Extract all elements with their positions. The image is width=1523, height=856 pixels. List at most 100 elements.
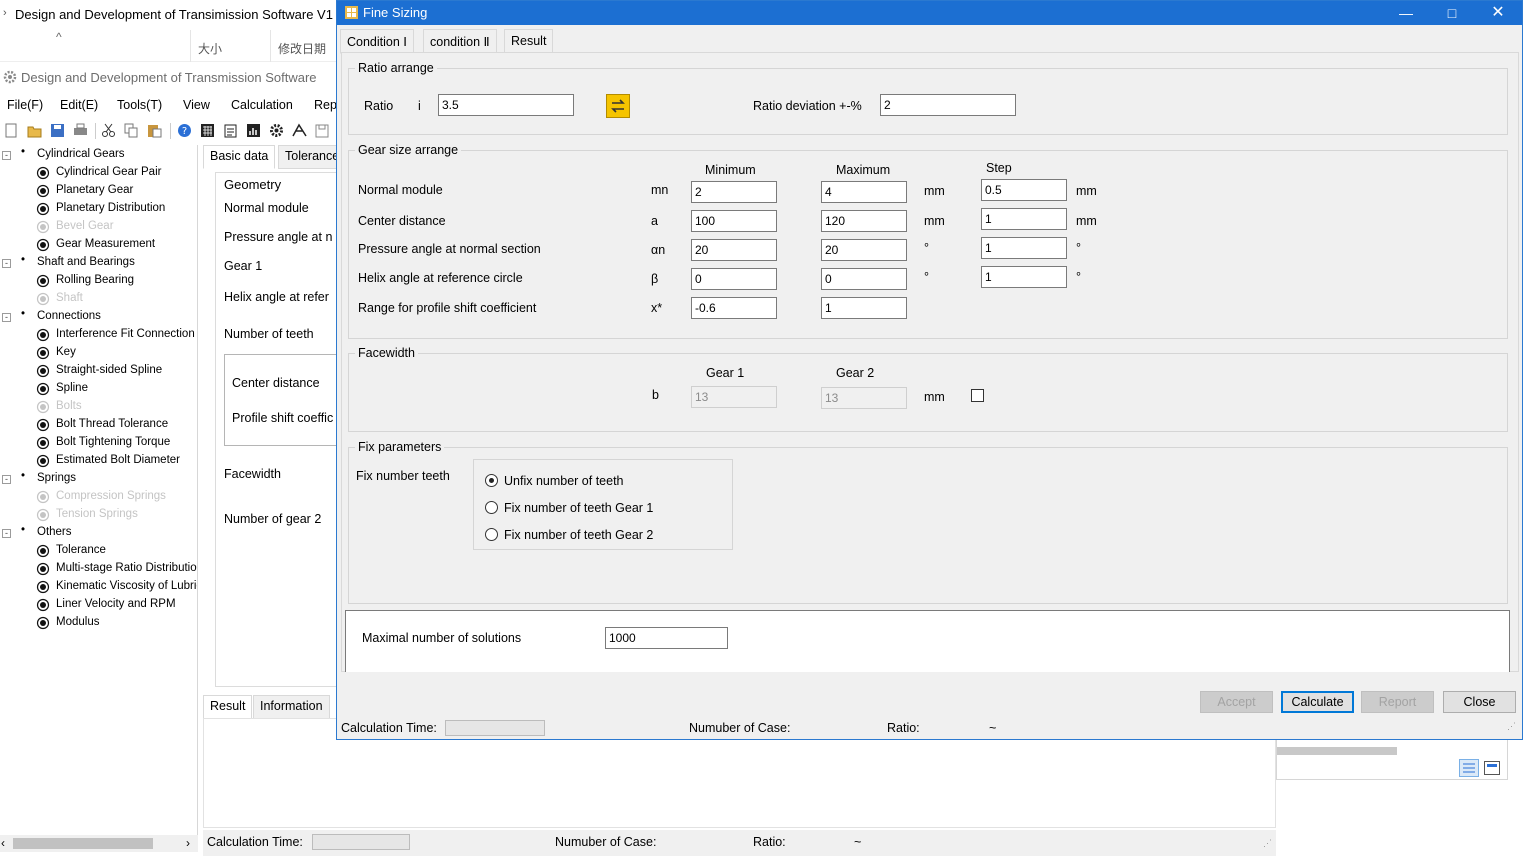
save-as-icon[interactable]: [315, 123, 330, 138]
background-view-panel: [1276, 738, 1508, 780]
column-size[interactable]: 大小: [198, 40, 222, 57]
fix-teeth-gear2-radio[interactable]: [485, 528, 498, 541]
cut-icon[interactable]: [101, 123, 116, 138]
velocity-icon: [36, 598, 50, 612]
paste-icon[interactable]: [147, 123, 162, 138]
menu-calculation[interactable]: Calculation: [231, 98, 293, 112]
toolbar: ?: [0, 120, 337, 142]
details-view-icon[interactable]: [1459, 759, 1479, 777]
tree-item-label: Multi-stage Ratio Distribution: [56, 562, 198, 574]
tab-condition-2[interactable]: condition Ⅱ: [423, 29, 497, 53]
max-input[interactable]: [821, 210, 907, 232]
tab-basic-data[interactable]: Basic data: [203, 145, 276, 169]
tree-horizontal-scrollbar[interactable]: ‹ ›: [0, 835, 198, 852]
bevel-gear-icon: [36, 220, 50, 234]
tree-category-label: Shaft and Bearings: [37, 256, 135, 268]
min-input[interactable]: [691, 210, 777, 232]
ratio-deviation-input[interactable]: [880, 94, 1016, 116]
ruler-icon[interactable]: [292, 123, 307, 138]
clipboard-icon[interactable]: [223, 123, 238, 138]
tolerance-icon: [36, 544, 50, 558]
collapse-icon[interactable]: -: [2, 151, 11, 160]
scroll-left-icon[interactable]: ‹: [1, 836, 5, 850]
resize-grip-icon[interactable]: ⋰: [1263, 838, 1272, 849]
print-icon[interactable]: [73, 123, 88, 138]
fix-teeth-gear1-label[interactable]: Fix number of teeth Gear 1: [504, 501, 653, 515]
min-input[interactable]: [691, 297, 777, 319]
menu-edit[interactable]: Edit(E): [60, 98, 98, 112]
tree-item-label: Rolling Bearing: [56, 274, 134, 286]
accept-button[interactable]: Accept: [1200, 691, 1273, 713]
collapse-icon[interactable]: -: [2, 313, 11, 322]
collapse-icon[interactable]: -: [2, 475, 11, 484]
max-solutions-input[interactable]: [605, 627, 728, 649]
tree-item-label: Straight-sided Spline: [56, 364, 163, 376]
step-input[interactable]: [981, 237, 1067, 259]
scrollbar-thumb[interactable]: [13, 838, 153, 849]
step-input[interactable]: [981, 266, 1067, 288]
max-input[interactable]: [821, 181, 907, 203]
tab-result[interactable]: Result: [504, 29, 554, 53]
report-button[interactable]: Report: [1361, 691, 1434, 713]
tree-item-label: Shaft: [56, 292, 83, 304]
menu-view[interactable]: View: [183, 98, 210, 112]
fix-number-teeth-label: Fix number teeth: [356, 469, 450, 483]
facewidth-symbol: b: [652, 388, 659, 402]
scroll-right-icon[interactable]: ›: [186, 836, 190, 850]
max-input[interactable]: [821, 268, 907, 290]
min-input[interactable]: [691, 268, 777, 290]
column-modified[interactable]: 修改日期: [278, 40, 326, 57]
ratio-symbol: i: [418, 99, 421, 113]
menu-report[interactable]: Rep: [314, 98, 337, 112]
menu-tools[interactable]: Tools(T): [117, 98, 162, 112]
ratio-input[interactable]: [438, 94, 574, 116]
row-unit: mm: [924, 214, 945, 228]
step-input[interactable]: [981, 208, 1067, 230]
geometry-normal-module-label: Normal module: [224, 201, 309, 215]
resize-grip-icon[interactable]: ⋰: [1507, 721, 1516, 732]
close-icon[interactable]: ✕: [1475, 1, 1521, 25]
tab-information[interactable]: Information: [253, 695, 330, 719]
tree-category-label: Springs: [37, 472, 76, 484]
help-icon[interactable]: ?: [177, 123, 192, 138]
background-window-titlebar: › Design and Development of Transimissio…: [0, 0, 337, 30]
max-input[interactable]: [821, 297, 907, 319]
collapse-icon[interactable]: -: [2, 529, 11, 538]
min-input[interactable]: [691, 239, 777, 261]
geometry-subgroup: Center distance Profile shift coeffic: [224, 354, 339, 446]
save-icon[interactable]: [50, 123, 65, 138]
chart-icon[interactable]: [246, 123, 261, 138]
calculate-button[interactable]: Calculate: [1281, 691, 1354, 713]
min-input[interactable]: [691, 181, 777, 203]
unfix-teeth-radio[interactable]: [485, 474, 498, 487]
sort-up-icon[interactable]: ^: [56, 30, 62, 44]
dialog-progress-bar: [445, 720, 545, 736]
fix-teeth-gear2-label[interactable]: Fix number of teeth Gear 2: [504, 528, 653, 542]
maximize-icon[interactable]: □: [1429, 1, 1475, 25]
spring-icon: [36, 508, 50, 522]
close-button[interactable]: Close: [1443, 691, 1516, 713]
settings-gear-icon[interactable]: [269, 123, 284, 138]
step-input[interactable]: [981, 179, 1067, 201]
fix-teeth-gear1-radio[interactable]: [485, 501, 498, 514]
calculator-icon[interactable]: [200, 123, 215, 138]
minimize-icon[interactable]: —: [1383, 1, 1429, 25]
swap-arrows-icon: [611, 99, 625, 113]
max-input[interactable]: [821, 239, 907, 261]
copy-icon[interactable]: [124, 123, 139, 138]
dialog-status-bar: Calculation Time: Numuber of Case: Ratio…: [337, 717, 1522, 739]
tab-result[interactable]: Result: [203, 695, 253, 719]
open-folder-icon[interactable]: [27, 123, 42, 138]
preview-view-icon[interactable]: [1484, 761, 1500, 775]
unfix-teeth-label[interactable]: Unfix number of teeth: [504, 474, 624, 488]
menu-file[interactable]: File(F): [7, 98, 43, 112]
window-app-icon: [345, 6, 358, 19]
dialog-title: Fine Sizing: [363, 5, 428, 20]
new-file-icon[interactable]: [4, 123, 19, 138]
collapse-icon[interactable]: -: [2, 259, 11, 268]
swap-ratio-button[interactable]: [606, 94, 630, 118]
panel-scrollbar[interactable]: [1277, 747, 1397, 755]
facewidth-checkbox[interactable]: [971, 389, 984, 402]
tab-condition-1[interactable]: Condition Ⅰ: [340, 29, 414, 54]
tree-item-label: Tension Springs: [56, 508, 138, 520]
